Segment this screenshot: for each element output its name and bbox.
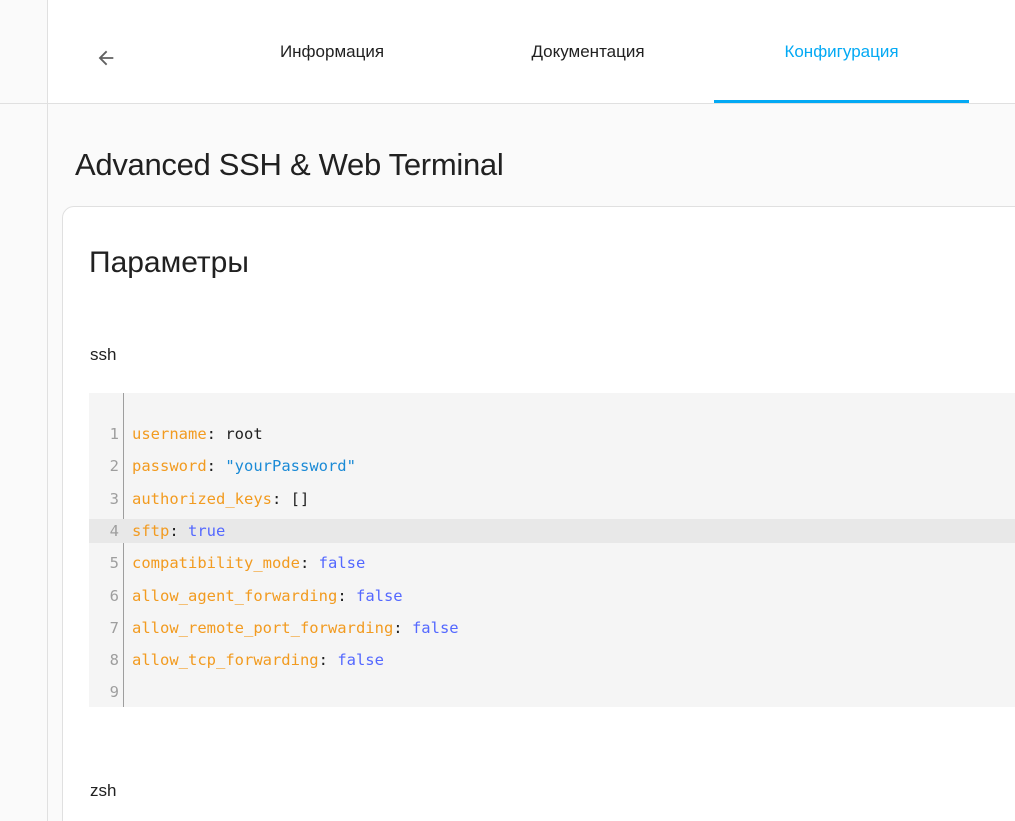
line-number: 4 [109, 521, 119, 540]
line-number: 2 [109, 457, 119, 476]
page: Информация Документация Конфигурация Adv… [0, 0, 1015, 821]
yaml-value: false [337, 651, 384, 670]
code-content: username: root [132, 422, 263, 446]
yaml-key: authorized_keys [132, 489, 272, 508]
code-line[interactable]: 8 allow_tcp_forwarding: false [89, 648, 1015, 672]
top-app-bar: Информация Документация Конфигурация [0, 0, 1015, 104]
line-number: 5 [109, 554, 119, 573]
code-line[interactable]: 7 allow_remote_port_forwarding: false [89, 616, 1015, 640]
code-content: authorized_keys: [] [132, 487, 309, 511]
code-line[interactable]: 4 sftp: true [89, 518, 1015, 543]
line-number: 9 [109, 683, 119, 702]
sidebar-divider [47, 0, 48, 821]
sidebar-gap [0, 0, 47, 103]
yaml-separator: : [393, 618, 412, 637]
yaml-value: root [225, 425, 263, 443]
code-line[interactable]: 9 [89, 680, 1015, 704]
code-content: allow_remote_port_forwarding: false [132, 616, 459, 640]
code-content: compatibility_mode: false [132, 551, 365, 575]
line-number: 3 [109, 489, 119, 508]
code-line[interactable]: 3 authorized_keys: [] [89, 487, 1015, 511]
yaml-separator: : [271, 489, 291, 508]
yaml-separator: : [337, 586, 356, 605]
yaml-value: "yourPassword" [225, 457, 356, 476]
arrow-left-icon [98, 50, 114, 66]
code-line[interactable]: 5 compatibility_mode: false [89, 551, 1015, 575]
yaml-key: compatibility_mode [132, 554, 300, 573]
section-label-zsh: zsh [90, 781, 117, 800]
yaml-key: allow_tcp_forwarding [132, 651, 319, 670]
code-line[interactable]: 1 username: root [89, 422, 1015, 446]
yaml-separator: : [206, 457, 226, 476]
tab-info-label: Информация [279, 41, 385, 61]
yaml-value: true [188, 521, 226, 540]
yaml-value: false [355, 586, 403, 605]
yaml-separator: : [299, 554, 319, 573]
card-title: Параметры [89, 246, 249, 279]
code-content: sftp: true [132, 519, 225, 543]
tab-configuration-label: Конфигурация [784, 41, 899, 61]
yaml-key: allow_agent_forwarding [132, 586, 338, 605]
yaml-separator: : [169, 521, 188, 540]
yaml-key: allow_remote_port_forwarding [132, 618, 394, 637]
yaml-key: username [132, 425, 207, 443]
yaml-key: sftp [132, 521, 170, 540]
code-content: password: "yourPassword" [132, 454, 356, 478]
yaml-code-editor[interactable]: 1 username: root 2 password: "yourPassword"… [89, 393, 1015, 707]
line-number: 1 [109, 425, 119, 443]
tab-info[interactable]: Информация [244, 0, 420, 103]
code-content: allow_agent_forwarding: false [132, 584, 403, 608]
tab-documentation-label: Документация [531, 41, 645, 61]
line-number: 7 [109, 618, 119, 637]
section-label-ssh: ssh [90, 345, 117, 364]
code-line[interactable]: 6 allow_agent_forwarding: false [89, 584, 1015, 608]
page-title: Advanced SSH & Web Terminal [75, 147, 504, 182]
active-tab-indicator [714, 100, 969, 103]
yaml-value: false [411, 618, 459, 637]
yaml-key: password [132, 457, 207, 476]
tab-documentation[interactable]: Документация [488, 0, 688, 103]
code-content: allow_tcp_forwarding: false [132, 648, 384, 672]
code-line[interactable]: 2 password: "yourPassword" [89, 454, 1015, 478]
line-number: 8 [109, 651, 119, 670]
yaml-separator: : [206, 425, 226, 443]
back-button[interactable] [86, 38, 126, 78]
tab-configuration[interactable]: Конфигурация [714, 0, 969, 103]
yaml-value: false [318, 554, 366, 573]
line-number: 6 [109, 586, 119, 605]
yaml-value: [] [290, 489, 310, 508]
yaml-separator: : [318, 651, 338, 670]
